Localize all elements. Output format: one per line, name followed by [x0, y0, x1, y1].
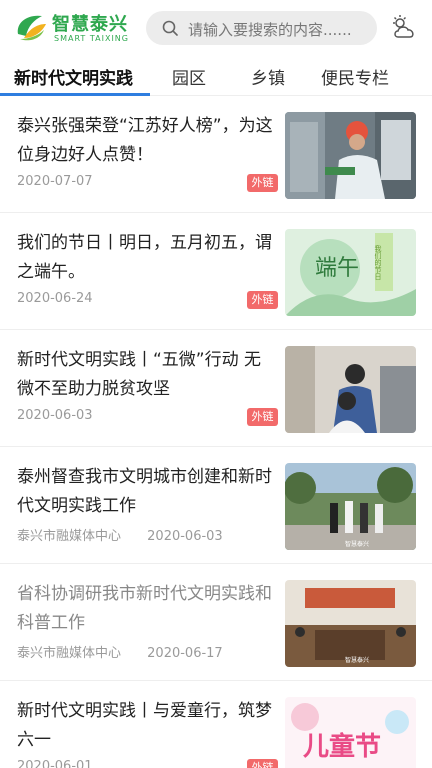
- haircut-photo: [285, 346, 416, 433]
- duanwu-poster: 端午 我们的节日: [285, 229, 416, 316]
- article-date: 2020-06-03: [17, 408, 93, 423]
- article-thumbnail: 端午 我们的节日: [285, 229, 416, 316]
- article-title: 新时代文明实践丨“五微”行动 无微不至助力脱贫攻坚: [17, 350, 262, 399]
- article-meta: 泰兴市融媒体中心 2020-06-17: [17, 642, 223, 661]
- article-item[interactable]: 省科协调研我市新时代文明实践和科普工作 泰兴市融媒体中心 2020-06-17 …: [0, 564, 432, 681]
- external-link-badge: 外链: [247, 291, 278, 309]
- article-thumbnail: 智慧泰兴: [285, 580, 416, 667]
- logo-text: 智慧泰兴: [52, 14, 128, 35]
- watermark-text: 智慧泰兴: [345, 540, 369, 548]
- article-source: 泰兴市融媒体中心: [17, 529, 122, 544]
- tab-civilization-practice[interactable]: 新时代文明实践: [14, 64, 133, 89]
- worker-photo: [285, 112, 416, 199]
- search-bar[interactable]: 请输入要搜索的内容......: [146, 11, 377, 45]
- article-date: 2020-06-03: [147, 529, 223, 544]
- search-placeholder: 请输入要搜索的内容......: [188, 21, 352, 39]
- article-item[interactable]: 新时代文明实践丨“五微”行动 无微不至助力脱贫攻坚 2020-06-03 外链: [0, 330, 432, 447]
- article-date: 2020-06-24: [17, 291, 93, 306]
- article-item[interactable]: 泰州督查我市文明城市创建和新时代文明实践工作 泰兴市融媒体中心 2020-06-…: [0, 447, 432, 564]
- article-meta: 2020-07-07: [17, 174, 93, 189]
- article-meta: 2020-06-01: [17, 759, 93, 768]
- search-icon: [162, 20, 178, 36]
- article-thumbnail: [285, 112, 416, 199]
- partly-cloudy-icon[interactable]: [390, 14, 418, 42]
- tab-park[interactable]: 园区: [172, 64, 206, 89]
- tab-public-service[interactable]: 便民专栏: [321, 64, 389, 89]
- inspection-photo: 智慧泰兴: [285, 463, 416, 550]
- article-item[interactable]: 我们的节日丨明日，五月初五，谓之端午。 2020-06-24 外链 端午 我们的…: [0, 213, 432, 330]
- article-meta: 2020-06-24: [17, 291, 93, 306]
- watermark-text: 智慧泰兴: [345, 656, 369, 664]
- article-thumbnail: 儿童节: [285, 697, 416, 768]
- app-header: 智慧泰兴 SMART TAIXING 请输入要搜索的内容......: [0, 0, 432, 56]
- article-title: 泰兴张强荣登“江苏好人榜”，为这位身边好人点赞！: [17, 116, 273, 165]
- logo-mark-icon: [17, 15, 46, 41]
- article-title: 我们的节日丨明日，五月初五，谓之端午。: [17, 233, 272, 282]
- article-item[interactable]: 新时代文明实践丨与爱童行，筑梦六一 2020-06-01 外链 儿童节: [0, 681, 432, 768]
- app-logo[interactable]: 智慧泰兴 SMART TAIXING: [14, 10, 134, 46]
- article-title: 泰州督查我市文明城市创建和新时代文明实践工作: [17, 467, 272, 516]
- article-title: 省科协调研我市新时代文明实践和科普工作: [17, 584, 272, 633]
- article-meta: 2020-06-03: [17, 408, 93, 423]
- article-date: 2020-06-01: [17, 759, 93, 768]
- article-meta: 泰兴市融媒体中心 2020-06-03: [17, 525, 223, 544]
- category-tabs: 新时代文明实践 园区 乡镇 便民专栏: [0, 56, 432, 96]
- article-title: 新时代文明实践丨与爱童行，筑梦六一: [17, 701, 272, 750]
- external-link-badge: 外链: [247, 759, 278, 768]
- article-thumbnail: 智慧泰兴: [285, 463, 416, 550]
- article-item[interactable]: 泰兴张强荣登“江苏好人榜”，为这位身边好人点赞！ 2020-07-07 外链: [0, 96, 432, 213]
- childrens-day-text: 儿童节: [303, 731, 381, 762]
- childrens-day-poster: 儿童节: [285, 697, 416, 768]
- duanwu-text: 端午: [315, 256, 359, 281]
- article-thumbnail: [285, 346, 416, 433]
- festival-text: 我们的节日: [374, 244, 382, 281]
- article-date: 2020-07-07: [17, 174, 93, 189]
- meeting-photo: 智慧泰兴: [285, 580, 416, 667]
- logo-subtext: SMART TAIXING: [54, 34, 129, 43]
- article-date: 2020-06-17: [147, 646, 223, 661]
- external-link-badge: 外链: [247, 174, 278, 192]
- external-link-badge: 外链: [247, 408, 278, 426]
- article-source: 泰兴市融媒体中心: [17, 646, 122, 661]
- tab-township[interactable]: 乡镇: [251, 64, 285, 89]
